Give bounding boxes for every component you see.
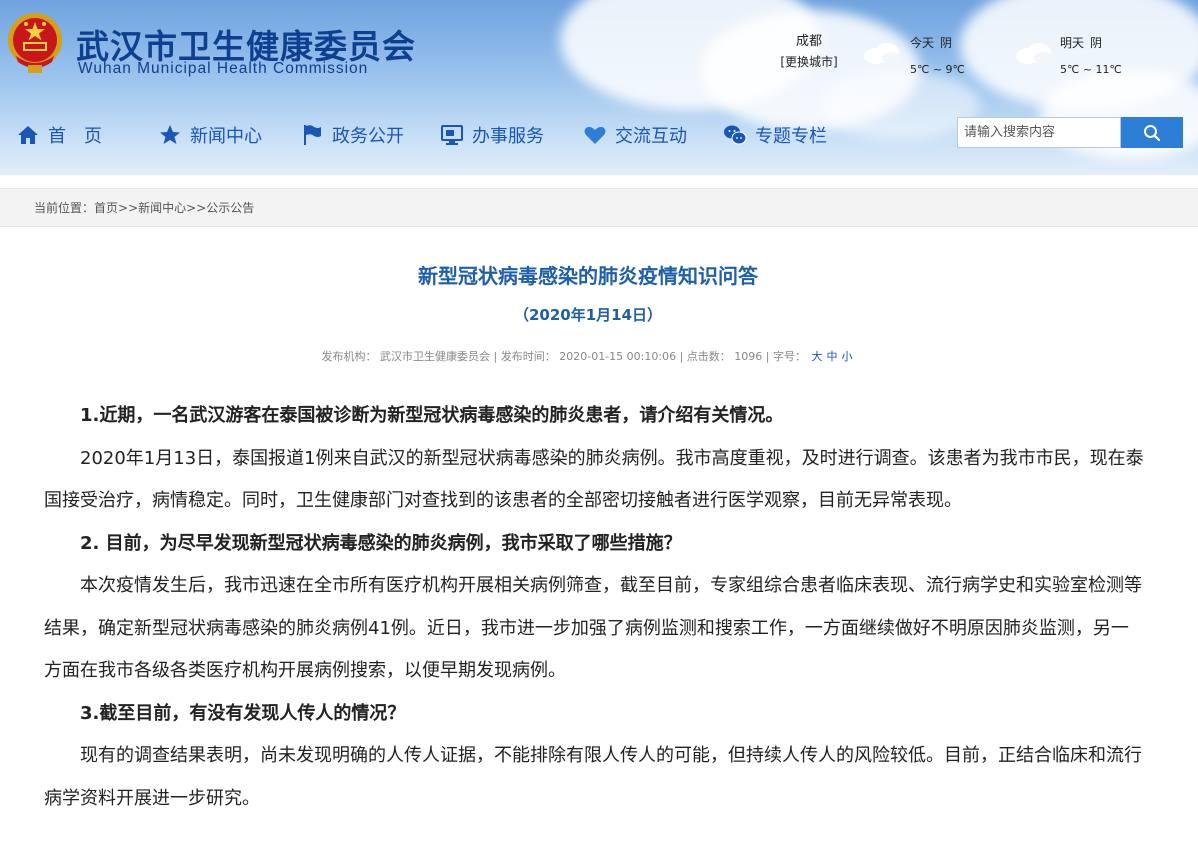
national-emblem-icon [8,13,62,73]
font-size-label: | 字号： [765,350,806,363]
nav-item-topics[interactable]: 专题专栏 [723,116,827,154]
font-size-small[interactable]: 小 [841,350,852,363]
weather-tomorrow-cond: 阴 [1090,36,1103,50]
nav-item-label: 政务公开 [332,126,404,147]
article-answer: 2020年1月13日，泰国报道1例来自武汉的新型冠状病毒感染的肺炎病例。我市高度… [44,447,1144,512]
font-size-medium[interactable]: 中 [826,350,837,363]
nav-item-label: 首 页 [48,126,102,147]
change-city-link[interactable]: [更换城市] [778,53,840,70]
flag-icon [304,125,321,145]
publisher-value: 武汉市卫生健康委员会 [380,350,491,363]
article-answer: 本次疫情发生后，我市迅速在全市所有医疗机构开展相关病例筛查，截至目前，专家组综合… [44,575,1142,681]
chat-icon [724,125,747,145]
article-question: 2. 目前，为尽早发现新型冠状病毒感染的肺炎病例，我市采取了哪些措施？ [80,532,682,554]
cloudy-weather-icon [1016,43,1054,64]
weather-tomorrow-label: 明天 [1060,36,1085,50]
weather-city: 成都 [更换城市] [778,30,840,70]
nav-item-government[interactable]: 政务公开 [300,116,404,154]
article-body: 1.近期，一名武汉游客在泰国被诊断为新型冠状病毒感染的肺炎患者，请介绍有关情况。… [44,395,1144,820]
article-date: （2020年1月14日） [513,306,663,324]
weather-today-temp: 5℃ ~ 9℃ [910,63,965,76]
breadcrumb-news[interactable]: 新闻中心 [138,201,186,215]
article-question: 3.截至目前，有没有发现人传人的情况？ [80,702,406,724]
nav-item-label: 办事服务 [472,126,544,147]
clicks-label: | 点击数： [679,350,731,363]
search-input[interactable] [957,117,1121,148]
breadcrumb-prefix: 当前位置： [34,201,95,215]
nav-item-label: 交流互动 [615,126,687,147]
nav-item-services[interactable]: 办事服务 [440,116,544,154]
site-subtitle: Wuhan Municipal Health Commission [78,60,369,77]
heart-icon [584,126,606,144]
city-name: 成都 [795,34,822,49]
weather-today-label: 今天 [910,36,935,50]
weather-today: 今天 阴 5℃ ~ 9℃ [910,34,965,76]
breadcrumb-separator: >> [186,201,207,215]
home-icon [18,126,38,144]
font-size-large[interactable]: 大 [811,350,822,363]
search-button[interactable] [1121,117,1183,148]
article-question: 1.近期，一名武汉游客在泰国被诊断为新型冠状病毒感染的肺炎患者，请介绍有关情况。 [80,405,784,426]
weather-tomorrow-temp: 5℃ ~ 11℃ [1060,63,1122,76]
site-header: 武汉市卫生健康委员会 Wuhan Municipal Health Commis… [0,0,1198,175]
article-answer: 现有的调查结果表明，尚未发现明确的人传人证据，不能排除有限人传人的可能，但持续人… [44,745,1142,809]
nav-item-label: 新闻中心 [190,126,262,147]
breadcrumb: 当前位置：首页>>新闻中心>>公示公告 [0,188,1198,227]
breadcrumb-home[interactable]: 首页 [94,201,118,215]
nav-item-home[interactable]: 首 页 [16,116,102,154]
clicks-value: 1096 [734,350,763,363]
breadcrumb-notices[interactable]: 公示公告 [206,201,254,215]
cloudy-weather-icon [864,43,902,64]
search-icon [1144,124,1161,141]
weather-today-cond: 阴 [940,36,953,50]
publish-time-value: 2020-01-15 00:10:06 [559,350,677,363]
weather-tomorrow: 明天 阴 5℃ ~ 11℃ [1060,34,1122,76]
publish-time-label: | 发布时间： [493,350,556,363]
publisher-label: 发布机构： [321,350,377,363]
nav-item-interaction[interactable]: 交流互动 [583,116,687,154]
monitor-icon [441,125,463,145]
nav-item-news[interactable]: 新闻中心 [158,116,262,154]
star-icon [160,125,180,144]
article-meta: 发布机构： 武汉市卫生健康委员会 | 发布时间： 2020-01-15 00:1… [0,348,1176,364]
article-title: 新型冠状病毒感染的肺炎疫情知识问答 [418,264,758,288]
nav-item-label: 专题专栏 [755,126,827,147]
breadcrumb-separator: >> [118,201,139,215]
